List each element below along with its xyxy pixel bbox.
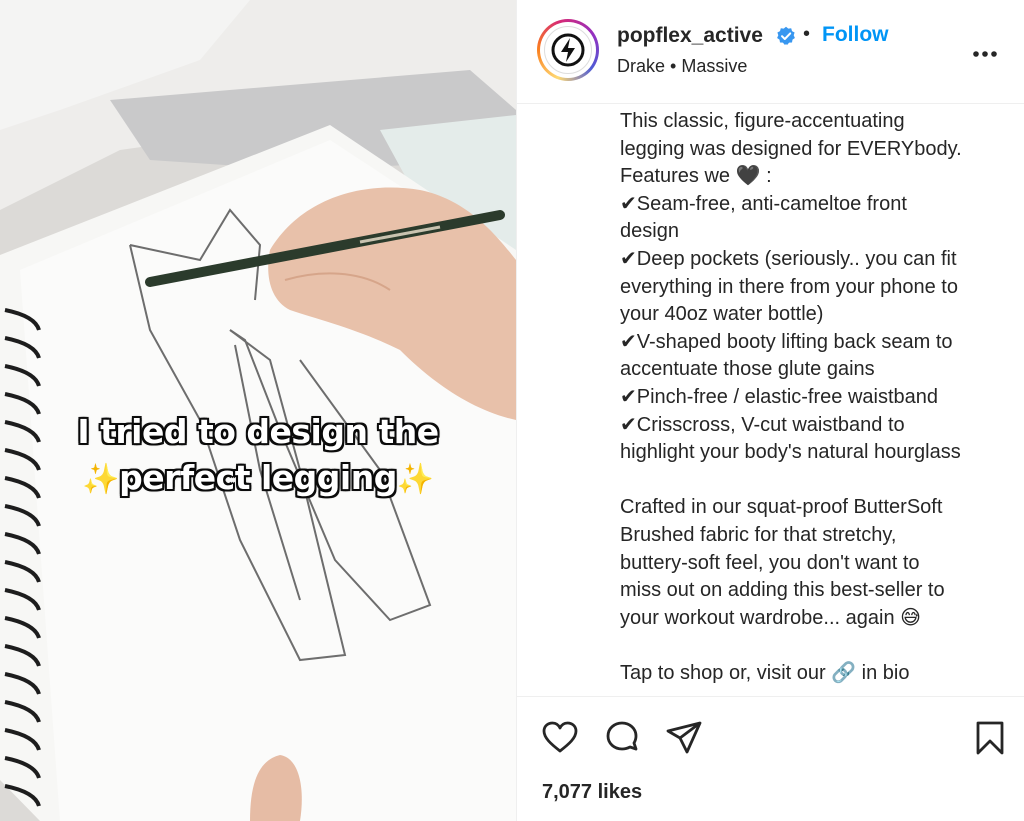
sparkle-emoji: ✨ — [82, 462, 120, 497]
caption-line: highlight your body's natural hourglass — [620, 441, 961, 464]
likes-count[interactable]: 7,077 likes — [542, 781, 642, 804]
caption-line: ✔Seam-free, anti-cameltoe front — [620, 192, 907, 215]
caption-line: miss out on adding this best-seller to — [620, 579, 945, 602]
caption-line: your workout wardrobe... again 😅 — [620, 606, 921, 629]
caption-line: legging was designed for EVERYbody. — [620, 137, 962, 160]
username-link[interactable]: popflex_active — [617, 24, 763, 48]
caption-line: Crafted in our squat-proof ButterSoft — [620, 496, 943, 519]
caption-line: ✔V-shaped booty lifting back seam to — [620, 330, 953, 353]
caption-line: This classic, figure-accentuating — [620, 110, 905, 132]
more-horizontal-icon[interactable] — [972, 34, 998, 65]
post-details-panel: popflex_active • Follow Drake • Massive … — [516, 0, 1024, 821]
post-header: popflex_active • Follow Drake • Massive — [517, 0, 1024, 104]
caption-line: accentuate those glute gains — [620, 358, 875, 381]
caption-blank-line — [620, 632, 1016, 660]
caption-line: ✔Deep pockets (seriously.. you can fit — [620, 247, 957, 270]
follow-button[interactable]: Follow — [822, 23, 889, 47]
brand-logo-icon — [544, 26, 592, 74]
post-actions-bar: 7,077 likes — [517, 696, 1024, 821]
bookmark-icon[interactable] — [971, 719, 1009, 757]
caption-line: your 40oz water bottle) — [620, 303, 824, 326]
post-caption: This classic, figure-accentuating leggin… — [620, 108, 1016, 694]
caption-blank-line — [620, 467, 1016, 495]
send-icon[interactable] — [665, 719, 703, 757]
verified-badge-icon — [777, 26, 795, 45]
caption-line: Brushed fabric for that stretchy, — [620, 523, 897, 546]
comment-icon[interactable] — [603, 719, 641, 757]
caption-line: design — [620, 220, 679, 243]
audio-track-link[interactable]: Drake • Massive — [617, 56, 747, 77]
caption-line: ✔Crisscross, V-cut waistband to — [620, 413, 905, 436]
heart-icon[interactable] — [541, 719, 579, 757]
caption-line: Features we 🖤 : — [620, 165, 772, 188]
overlay-caption-line2: ✨perfect legging✨ — [82, 458, 434, 497]
caption-line: ✔Pinch-free / elastic-free waistband — [620, 385, 939, 408]
post-media[interactable]: I tried to design the ✨perfect legging✨ — [0, 0, 516, 821]
avatar[interactable] — [537, 19, 599, 81]
caption-line: everything in there from your phone to — [620, 275, 958, 298]
caption-line: buttery-soft feel, you don't want to — [620, 551, 920, 574]
sparkle-emoji: ✨ — [396, 462, 434, 497]
separator-dot: • — [803, 23, 811, 45]
overlay-caption-line1: I tried to design the — [77, 412, 439, 451]
caption-line: Tap to shop or, visit our 🔗 in bio — [620, 661, 910, 684]
